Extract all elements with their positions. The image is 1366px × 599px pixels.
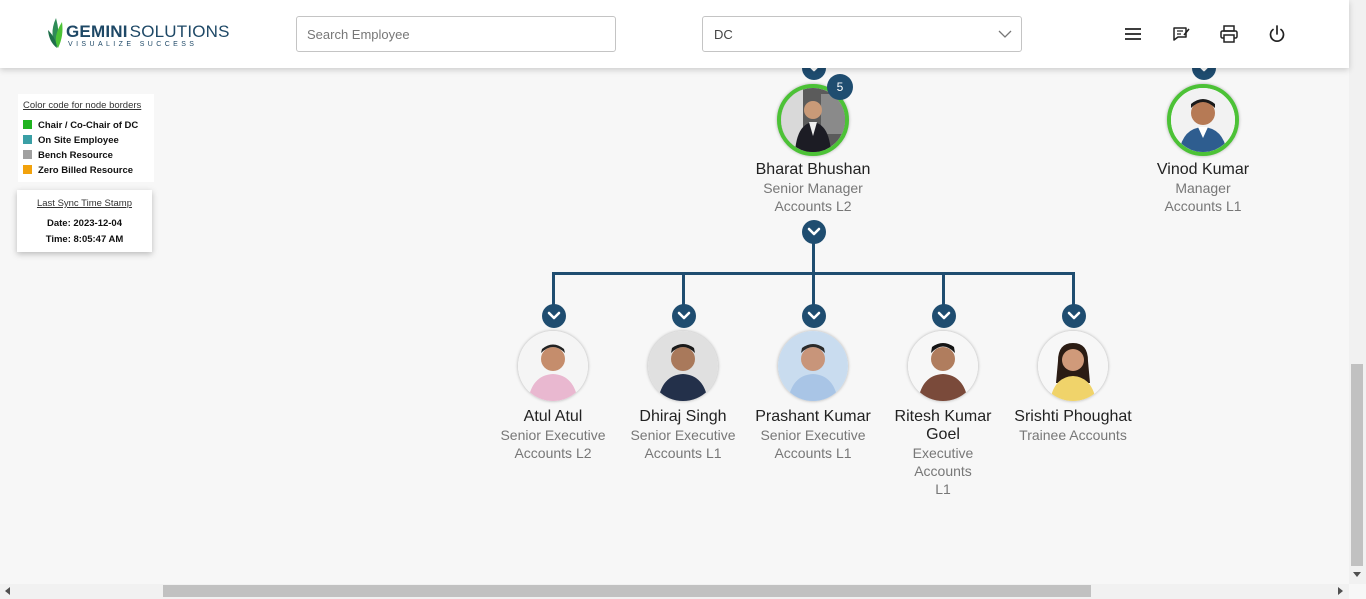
collapse-toggle-bharat[interactable] (802, 220, 826, 244)
employee-name: Dhiraj Singh (639, 408, 727, 425)
sync-date: Date: 2023-12-04 (47, 218, 122, 229)
logo-wordmark: GEMINI SOLUTIONS (66, 22, 230, 41)
avatar-vinod-kumar[interactable] (1167, 84, 1239, 156)
legend-swatch (23, 164, 32, 174)
vertical-scrollbar-thumb[interactable] (1351, 364, 1363, 566)
connector-drop-5 (1072, 272, 1075, 306)
node-vinod-kumar[interactable]: Vinod Kumar Manager Accounts L1 (1138, 161, 1268, 215)
scroll-down-arrow-icon[interactable] (1353, 572, 1361, 577)
node-border-legend: Color code for node borders Chair / Co-C… (18, 94, 154, 182)
node-dhiraj-singh[interactable]: Dhiraj Singh Senior Executive Accounts L… (618, 408, 748, 462)
employee-role: Trainee Accounts (1019, 427, 1127, 443)
last-sync-card: Last Sync Time Stamp Date: 2023-12-04 Ti… (17, 190, 152, 252)
avatar-atul-atul[interactable] (518, 331, 588, 401)
menu-icon[interactable] (1123, 24, 1143, 44)
sync-time: Time: 8:05:47 AM (45, 234, 124, 245)
node-ritesh-kumar-goel[interactable]: Ritesh Kumar Goel Executive Accounts L1 (878, 408, 1008, 498)
avatar-prashant-kumar[interactable] (778, 331, 848, 401)
direct-reports-count-badge[interactable]: 5 (827, 74, 853, 100)
search-employee-input[interactable] (296, 16, 616, 52)
feedback-icon[interactable] (1171, 24, 1191, 44)
node-srishti-phoughat[interactable]: Srishti Phoughat Trainee Accounts (1003, 408, 1143, 444)
dc-select[interactable]: DC (702, 16, 1022, 52)
scroll-left-arrow-icon[interactable] (5, 587, 10, 595)
employee-role: Senior Executive Accounts L1 (760, 427, 866, 461)
connector-drop-2 (682, 272, 685, 306)
connector-drop-3 (812, 272, 815, 306)
app-header: GEMINISOLUTIONS VISUALIZE SUCCESS DC (0, 0, 1349, 68)
legend-item-onsite: On Site Employee (23, 133, 154, 148)
org-chart: 5 Bharat Bhushan Senior Manager Accounts… (0, 0, 1349, 584)
legend-swatch (23, 149, 32, 159)
employee-name: Bharat Bhushan (755, 161, 871, 178)
logo-tagline: VISUALIZE SUCCESS (68, 41, 198, 48)
legend-swatch (23, 119, 32, 129)
expand-toggle-atul[interactable] (542, 304, 566, 328)
leaf-logo-icon (48, 18, 63, 48)
employee-role: Executive Accounts L1 (912, 445, 974, 497)
employee-role: Senior Executive Accounts L1 (630, 427, 736, 461)
avatar-ritesh-kumar-goel[interactable] (908, 331, 978, 401)
employee-name: Atul Atul (523, 408, 583, 425)
power-icon[interactable] (1267, 24, 1287, 44)
employee-role: Manager Accounts L1 (1164, 180, 1242, 214)
legend-item-bench: Bench Resource (23, 148, 154, 163)
employee-role: Senior Manager Accounts L2 (763, 180, 863, 214)
legend-title: Color code for node borders (23, 100, 142, 111)
employee-name: Srishti Phoughat (1014, 408, 1132, 425)
expand-toggle-prashant[interactable] (802, 304, 826, 328)
connector-drop-1 (552, 272, 555, 306)
legend-item-chair: Chair / Co-Chair of DC (23, 118, 154, 133)
node-atul-atul[interactable]: Atul Atul Senior Executive Accounts L2 (488, 408, 618, 462)
legend-swatch (23, 134, 32, 144)
print-icon[interactable] (1219, 24, 1239, 44)
employee-role: Senior Executive Accounts L2 (500, 427, 606, 461)
legend-item-zero-billed: Zero Billed Resource (23, 163, 154, 178)
avatar-dhiraj-singh[interactable] (648, 331, 718, 401)
employee-name: Ritesh Kumar Goel (894, 408, 992, 443)
dc-select-value: DC (714, 27, 733, 42)
sync-title: Last Sync Time Stamp (36, 198, 133, 209)
connector-drop-4 (942, 272, 945, 306)
employee-name: Prashant Kumar (755, 408, 871, 425)
scroll-right-arrow-icon[interactable] (1338, 587, 1343, 595)
chevron-down-icon (998, 30, 1012, 38)
employee-name: Vinod Kumar (1156, 161, 1250, 178)
horizontal-scrollbar-thumb[interactable] (163, 585, 1091, 597)
expand-toggle-ritesh[interactable] (932, 304, 956, 328)
node-bharat-bhushan[interactable]: Bharat Bhushan Senior Manager Accounts L… (748, 161, 878, 215)
connector-vertical-main (812, 242, 815, 274)
expand-toggle-dhiraj[interactable] (672, 304, 696, 328)
expand-toggle-srishti[interactable] (1062, 304, 1086, 328)
avatar-srishti-phoughat[interactable] (1038, 331, 1108, 401)
gemini-solutions-logo[interactable]: GEMINI SOLUTIONS VISUALIZE SUCCESS (46, 16, 230, 52)
node-prashant-kumar[interactable]: Prashant Kumar Senior Executive Accounts… (748, 408, 878, 462)
